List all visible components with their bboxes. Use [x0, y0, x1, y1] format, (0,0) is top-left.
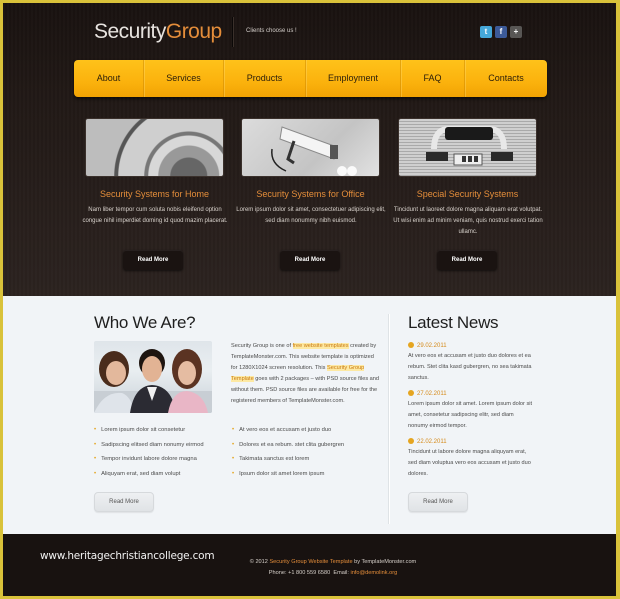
header-divider — [232, 17, 234, 47]
news-item: 29.02.2011 At vero eos et accusam et jus… — [408, 341, 533, 384]
list-item: Lorem ipsum dolor sit consetetur — [94, 427, 204, 442]
news-date[interactable]: 22.02.2011 — [408, 437, 533, 447]
copyright: © 2012 Security Group Website Template b… — [249, 559, 417, 565]
slogan: Clients choose us ! — [246, 28, 297, 34]
team-photo — [94, 341, 212, 413]
about-heading: Who We Are? — [94, 313, 196, 332]
feature-title: Security Systems for Office — [256, 189, 365, 199]
briefcase-image — [398, 118, 537, 177]
safe-lock-image — [85, 118, 224, 177]
news-date[interactable]: 29.02.2011 — [408, 341, 533, 351]
page-frame: SecurityGroup Clients choose us ! t f + … — [3, 3, 616, 596]
list-item: Ipsum dolor sit amet lorem ipsum — [232, 471, 344, 486]
nav-products[interactable]: Products — [224, 60, 306, 97]
nav-services[interactable]: Services — [144, 60, 224, 97]
free-templates-link[interactable]: free website templates — [292, 343, 349, 349]
facebook-icon[interactable]: f — [495, 26, 507, 38]
news-text: At vero eos et accusam et justo duo dolo… — [408, 353, 532, 381]
footer: www.heritagechristiancollege.com © 2012 … — [3, 534, 616, 596]
feature-text: Lorem ipsum dolor sit amet, consectetuer… — [236, 207, 386, 224]
feature-home: Security Systems for Home Nam liber temp… — [82, 118, 228, 227]
camera-illustration — [271, 126, 357, 176]
team-illustration — [94, 349, 212, 413]
header-section: SecurityGroup Clients choose us ! t f + … — [3, 3, 616, 296]
contact-line: Phone: +1 800 559 6580 Email: info@demol… — [268, 570, 398, 576]
list-item: Takimata sanctus est lorem — [232, 456, 344, 471]
news-item: 22.02.2011 Tincidunt ut labore dolore ma… — [408, 437, 533, 480]
security-camera-image — [241, 118, 380, 177]
template-link[interactable]: Security Group Website Template — [269, 559, 352, 565]
nav-employment[interactable]: Employment — [306, 60, 401, 97]
read-more-special-button[interactable]: Read More — [437, 250, 497, 270]
feature-office: Security Systems for Office Lorem ipsum … — [236, 118, 386, 227]
features-list-left: Lorem ipsum dolor sit consetetur Sadipsc… — [94, 427, 204, 486]
news-text: Tincidunt ut labore dolore magna aliquya… — [408, 449, 531, 477]
read-more-office-button[interactable]: Read More — [280, 250, 340, 270]
logo[interactable]: SecurityGroup — [94, 20, 222, 44]
main-content: Who We Are? Security Group is one of fre… — [3, 296, 616, 534]
nav-contacts[interactable]: Contacts — [465, 60, 547, 97]
email-link[interactable]: info@demolink.org — [350, 570, 397, 576]
briefcase-illustration — [426, 126, 513, 166]
clock-icon — [408, 390, 414, 396]
plus-icon[interactable]: + — [510, 26, 522, 38]
list-item: Sadipscing elitsed diam nonumy eirmod — [94, 442, 203, 457]
column-divider — [388, 314, 390, 524]
clock-icon — [408, 438, 414, 444]
feature-text: Nam liber tempor cum soluta nobis eleife… — [82, 207, 228, 224]
news-heading: Latest News — [408, 313, 499, 332]
features-list-right: At vero eos et accusam et justo duo Dolo… — [232, 427, 344, 485]
list-item: Dolores et ea rebum. stet clita gubergre… — [232, 442, 344, 457]
list-item: Tempor invidunt labore dolore magna — [94, 456, 204, 471]
list-item: Aliquyam erat, sed diam volupt — [94, 471, 204, 486]
news-read-more-button[interactable]: Read More — [408, 492, 468, 512]
news-date[interactable]: 27.02.2011 — [408, 389, 533, 399]
feature-special: Special Security Systems Tincidunt ut la… — [393, 118, 543, 238]
news-list: 29.02.2011 At vero eos et accusam et jus… — [408, 341, 533, 485]
feature-title: Special Security Systems — [416, 189, 519, 199]
feature-text: Tincidunt ut laoreet dolore magna aliqua… — [393, 207, 543, 235]
about-text: Security Group is one of free website te… — [231, 343, 380, 404]
read-more-home-button[interactable]: Read More — [123, 250, 183, 270]
list-item: At vero eos et accusam et justo duo — [232, 427, 344, 442]
nav-about[interactable]: About — [74, 60, 144, 97]
news-text: Lorem ipsum dolor sit amet. Lorem ipsum … — [408, 401, 533, 429]
news-item: 27.02.2011 Lorem ipsum dolor sit amet. L… — [408, 389, 533, 432]
clock-icon — [408, 342, 414, 348]
main-nav: About Services Products Employment FAQ C… — [74, 60, 547, 97]
feature-title: Security Systems for Home — [99, 189, 210, 199]
twitter-icon[interactable]: t — [480, 26, 492, 38]
about-read-more-button[interactable]: Read More — [94, 492, 154, 512]
nav-faq[interactable]: FAQ — [401, 60, 465, 97]
